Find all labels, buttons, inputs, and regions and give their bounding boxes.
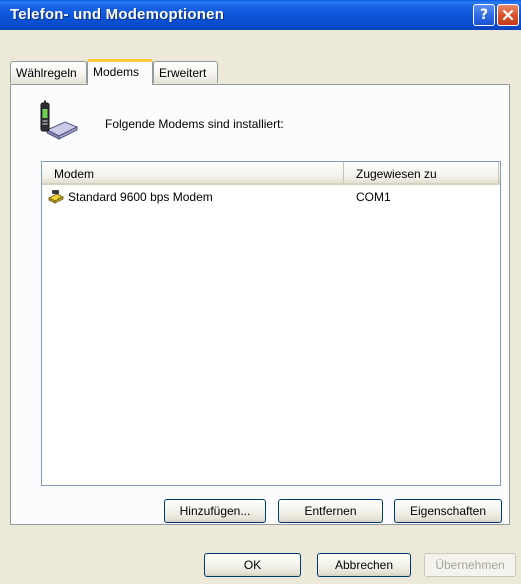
modem-list[interactable]: Modem Zugewiesen zu Standard 9600 bps Mo… <box>41 161 501 486</box>
help-button[interactable]: ? <box>473 4 495 26</box>
list-item[interactable]: Standard 9600 bps Modem COM1 <box>42 186 500 206</box>
dialog-window: Telefon- und Modemoptionen ? Wählregeln … <box>0 0 521 584</box>
tab-modems[interactable]: Modems <box>87 59 153 85</box>
close-icon <box>502 9 514 21</box>
close-button[interactable] <box>497 4 519 26</box>
modem-icon <box>48 190 64 204</box>
tab-panel-modems: Folgende Modems sind installiert: Modem … <box>10 84 510 525</box>
remove-button[interactable]: Entfernen <box>278 499 383 523</box>
list-header: Modem Zugewiesen zu <box>42 162 500 185</box>
cancel-button[interactable]: Abbrechen <box>317 553 411 577</box>
installed-modems-label: Folgende Modems sind installiert: <box>105 117 284 131</box>
modem-port-cell: COM1 <box>356 190 391 204</box>
column-header-assigned-to[interactable]: Zugewiesen zu <box>344 162 499 183</box>
add-button[interactable]: Hinzufügen... <box>164 499 266 523</box>
window-title: Telefon- und Modemoptionen <box>10 6 225 23</box>
column-header-modem[interactable]: Modem <box>42 162 344 183</box>
apply-button[interactable]: Übernehmen <box>424 553 516 577</box>
tab-strip: Wählregeln Modems Erweitert <box>10 59 510 85</box>
properties-button[interactable]: Eigenschaften <box>394 499 502 523</box>
modem-phone-icon <box>40 100 79 140</box>
modem-name-cell: Standard 9600 bps Modem <box>68 190 213 204</box>
tab-waehlregeln[interactable]: Wählregeln <box>10 61 87 83</box>
ok-button[interactable]: OK <box>204 553 301 577</box>
tab-erweitert[interactable]: Erweitert <box>153 61 218 83</box>
title-bar[interactable]: Telefon- und Modemoptionen ? <box>0 0 521 30</box>
help-icon: ? <box>479 7 489 23</box>
